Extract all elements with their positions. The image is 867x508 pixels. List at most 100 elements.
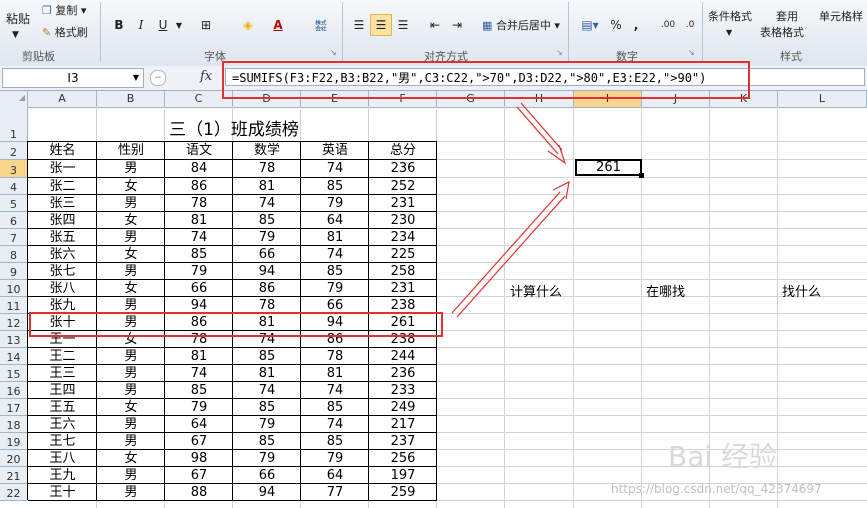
- row-header-13[interactable]: 13: [0, 331, 28, 348]
- row-header-12[interactable]: 12: [0, 314, 28, 331]
- table-cell: 王五: [49, 400, 76, 415]
- table-cell: 81: [190, 213, 208, 228]
- table-cell: 张一: [49, 161, 76, 176]
- table-cell: 86: [258, 281, 276, 296]
- table-cell: 238: [390, 298, 416, 313]
- table-cell: 98: [190, 451, 208, 466]
- table-cell: 74: [258, 332, 276, 347]
- table-cell: 261: [390, 315, 416, 330]
- row-header-1[interactable]: 1: [0, 107, 28, 142]
- table-cell: 225: [390, 247, 416, 262]
- table-cell: 74: [326, 247, 344, 262]
- fill-handle[interactable]: [639, 173, 644, 178]
- table-cell: 张四: [49, 213, 76, 228]
- table-header-cell: 数学: [253, 143, 280, 158]
- table-cell: 85: [326, 264, 344, 279]
- table-cell: 79: [326, 281, 344, 296]
- row-header-20[interactable]: 20: [0, 450, 28, 467]
- table-cell: 女: [124, 281, 138, 296]
- table-cell: 男: [124, 366, 138, 381]
- table-cell: 女: [124, 213, 138, 228]
- row-header-10[interactable]: 10: [0, 280, 28, 297]
- table-cell: 85: [258, 400, 276, 415]
- table-cell: 81: [190, 349, 208, 364]
- table-cell: 234: [390, 230, 416, 245]
- table-cell: 79: [190, 400, 208, 415]
- table-cell: 79: [258, 417, 276, 432]
- table-header-cell: 英语: [321, 143, 348, 158]
- watermark-logo: Bai 经验: [668, 440, 778, 473]
- table-cell: 249: [390, 400, 416, 415]
- row-header-21[interactable]: 21: [0, 467, 28, 484]
- table-cell: 74: [190, 230, 208, 245]
- table-cell: 79: [326, 451, 344, 466]
- row-header-16[interactable]: 16: [0, 382, 28, 399]
- table-cell: 74: [258, 383, 276, 398]
- row-header-22[interactable]: 22: [0, 484, 28, 501]
- table-cell: 85: [190, 247, 208, 262]
- table-cell: 女: [124, 400, 138, 415]
- table-cell: 230: [390, 213, 416, 228]
- table-cell: 256: [390, 451, 416, 466]
- table-cell: 78: [190, 196, 208, 211]
- table-header-cell: 语文: [185, 143, 212, 158]
- row-header-8[interactable]: 8: [0, 246, 28, 263]
- table-cell: 64: [326, 213, 344, 228]
- row-header-4[interactable]: 4: [0, 178, 28, 195]
- row-header-15[interactable]: 15: [0, 365, 28, 382]
- row-header-11[interactable]: 11: [0, 297, 28, 314]
- table-cell: 85: [258, 434, 276, 449]
- row-header-2[interactable]: 2: [0, 142, 28, 160]
- table-cell: 197: [390, 468, 416, 483]
- row-header-14[interactable]: 14: [0, 348, 28, 365]
- table-cell: 81: [258, 315, 276, 330]
- table-cell: 王一: [49, 332, 76, 347]
- table-cell: 94: [326, 315, 344, 330]
- table-cell: 66: [258, 247, 276, 262]
- table-cell: 66: [190, 281, 208, 296]
- table-cell: 81: [326, 366, 344, 381]
- table-cell: 王九: [49, 468, 76, 483]
- table-cell: 王四: [49, 383, 76, 398]
- table-cell: 236: [390, 161, 416, 176]
- table-cell: 252: [390, 179, 416, 194]
- table-border: [232, 141, 233, 500]
- table-cell: 王八: [49, 451, 76, 466]
- table-cell: 王二: [49, 349, 76, 364]
- table-cell: 64: [326, 468, 344, 483]
- label-what-to-find: 找什么: [782, 285, 822, 300]
- table-cell: 男: [124, 264, 138, 279]
- table-cell: 女: [124, 247, 138, 262]
- row-header-19[interactable]: 19: [0, 433, 28, 450]
- row-header-6[interactable]: 6: [0, 212, 28, 229]
- table-cell: 88: [190, 485, 208, 500]
- table-border: [164, 141, 165, 500]
- table-cell: 237: [390, 434, 416, 449]
- table-cell: 81: [258, 366, 276, 381]
- row-header-7[interactable]: 7: [0, 229, 28, 246]
- row-header-5[interactable]: 5: [0, 195, 28, 212]
- label-what-to-calc: 计算什么: [510, 285, 563, 300]
- table-border: [436, 141, 437, 500]
- table-cell: 男: [124, 196, 138, 211]
- table-cell: 男: [124, 315, 138, 330]
- row-header-3[interactable]: 3: [0, 160, 28, 178]
- table-cell: 231: [390, 196, 416, 211]
- row-header-18[interactable]: 18: [0, 416, 28, 433]
- table-cell: 张三: [49, 196, 76, 211]
- table-cell: 74: [326, 161, 344, 176]
- table-cell: 94: [258, 485, 276, 500]
- watermark-url: https://blog.csdn.net/qq_42374697: [611, 482, 822, 496]
- table-cell: 女: [124, 451, 138, 466]
- row-header-9[interactable]: 9: [0, 263, 28, 280]
- table-cell: 男: [124, 298, 138, 313]
- table-cell: 85: [326, 434, 344, 449]
- table-cell: 女: [124, 332, 138, 347]
- table-cell: 张七: [49, 264, 76, 279]
- row-header-17[interactable]: 17: [0, 399, 28, 416]
- table-cell: 84: [190, 161, 208, 176]
- result-value: 261: [596, 160, 621, 175]
- table-cell: 78: [258, 298, 276, 313]
- gridline: [573, 107, 574, 508]
- table-cell: 244: [390, 349, 416, 364]
